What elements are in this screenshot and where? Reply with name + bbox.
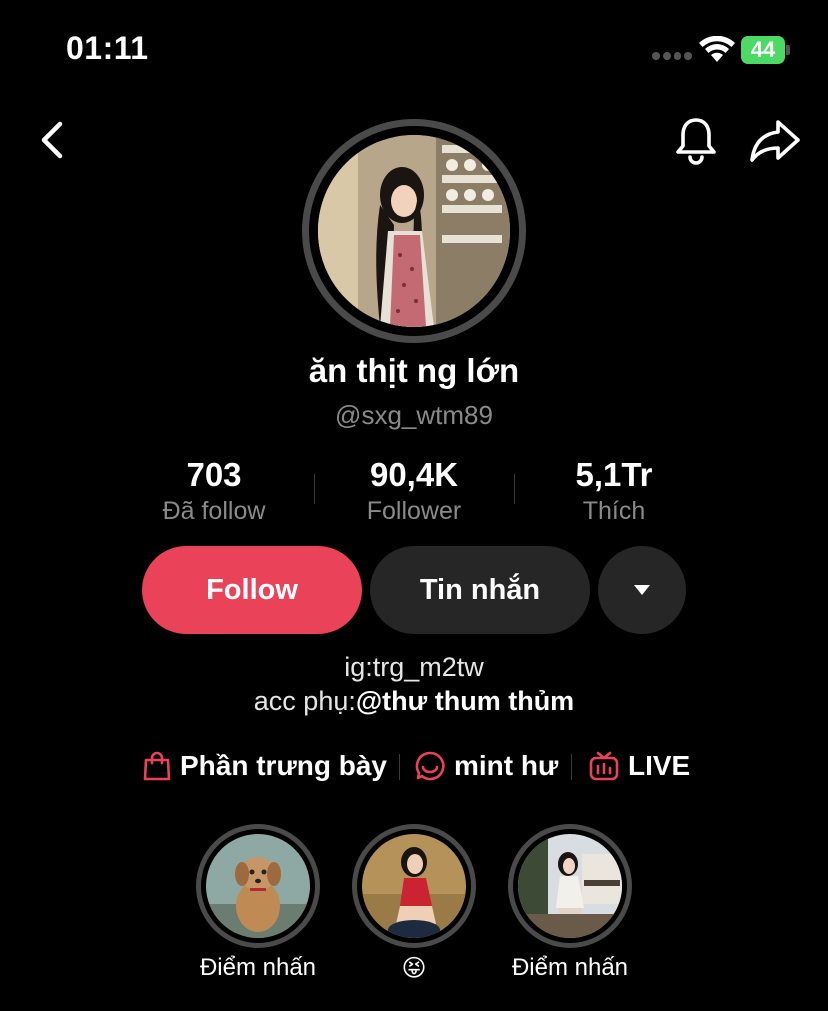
bio-line-2: acc phụ:@thư thum thủm [0,686,828,717]
follow-button[interactable]: Follow [142,546,362,634]
bell-icon[interactable] [672,114,720,166]
showcase-label: Phần trưng bày [180,750,387,781]
highlight-1[interactable] [196,824,320,948]
highlight-label: 😝 [401,955,427,982]
live-link[interactable]: LIVE [588,746,690,786]
chat-label: mint hư [454,750,559,781]
battery-icon: 44 [741,36,791,64]
bio-line-1: ig:trg_m2tw [344,652,484,682]
stat-likes[interactable]: 5,1Tr Thích [514,456,714,528]
link-divider [399,754,400,780]
chat-link[interactable]: mint hư [414,746,558,786]
shopping-bag-icon [143,751,171,781]
username: @sxg_wtm89 [335,400,493,430]
profile-avatar[interactable] [302,119,526,343]
display-name: ăn thịt ng lớn [308,352,520,389]
stat-value: 90,4K [369,456,459,493]
link-divider [571,754,572,780]
battery-level: 44 [741,36,785,64]
chat-bubble-icon [415,751,445,781]
bio-prefix: acc phụ: [253,686,356,716]
avatar-photo [318,135,510,327]
cellular-signal-icon [652,52,692,60]
highlight-photo [518,834,622,938]
stat-value: 703 [186,456,242,493]
more-options-button[interactable] [598,546,686,634]
highlight-label: Điểm nhấn [511,954,629,981]
caret-down-icon [634,585,650,595]
highlight-photo [206,834,310,938]
showcase-link[interactable]: Phần trưng bày [142,746,387,786]
highlight-3[interactable] [508,824,632,948]
status-time: 01:11 [66,30,149,66]
stat-label: Follower [366,497,462,525]
back-arrow-icon[interactable] [34,118,74,162]
share-arrow-icon[interactable] [748,116,802,164]
bio-mention-link[interactable]: @thư thum thủm [356,686,574,716]
stat-label: Thích [582,497,646,525]
stat-following[interactable]: 703 Đã follow [114,456,314,528]
live-tv-icon [589,751,619,781]
highlight-label: Điểm nhấn [199,954,317,981]
highlight-2[interactable] [352,824,476,948]
highlight-photo [362,834,466,938]
stat-value: 5,1Tr [575,456,653,493]
stat-label: Đã follow [162,497,266,525]
wifi-icon [699,36,735,62]
live-label: LIVE [628,750,691,781]
stat-followers[interactable]: 90,4K Follower [314,456,514,528]
message-button[interactable]: Tin nhắn [370,546,590,634]
